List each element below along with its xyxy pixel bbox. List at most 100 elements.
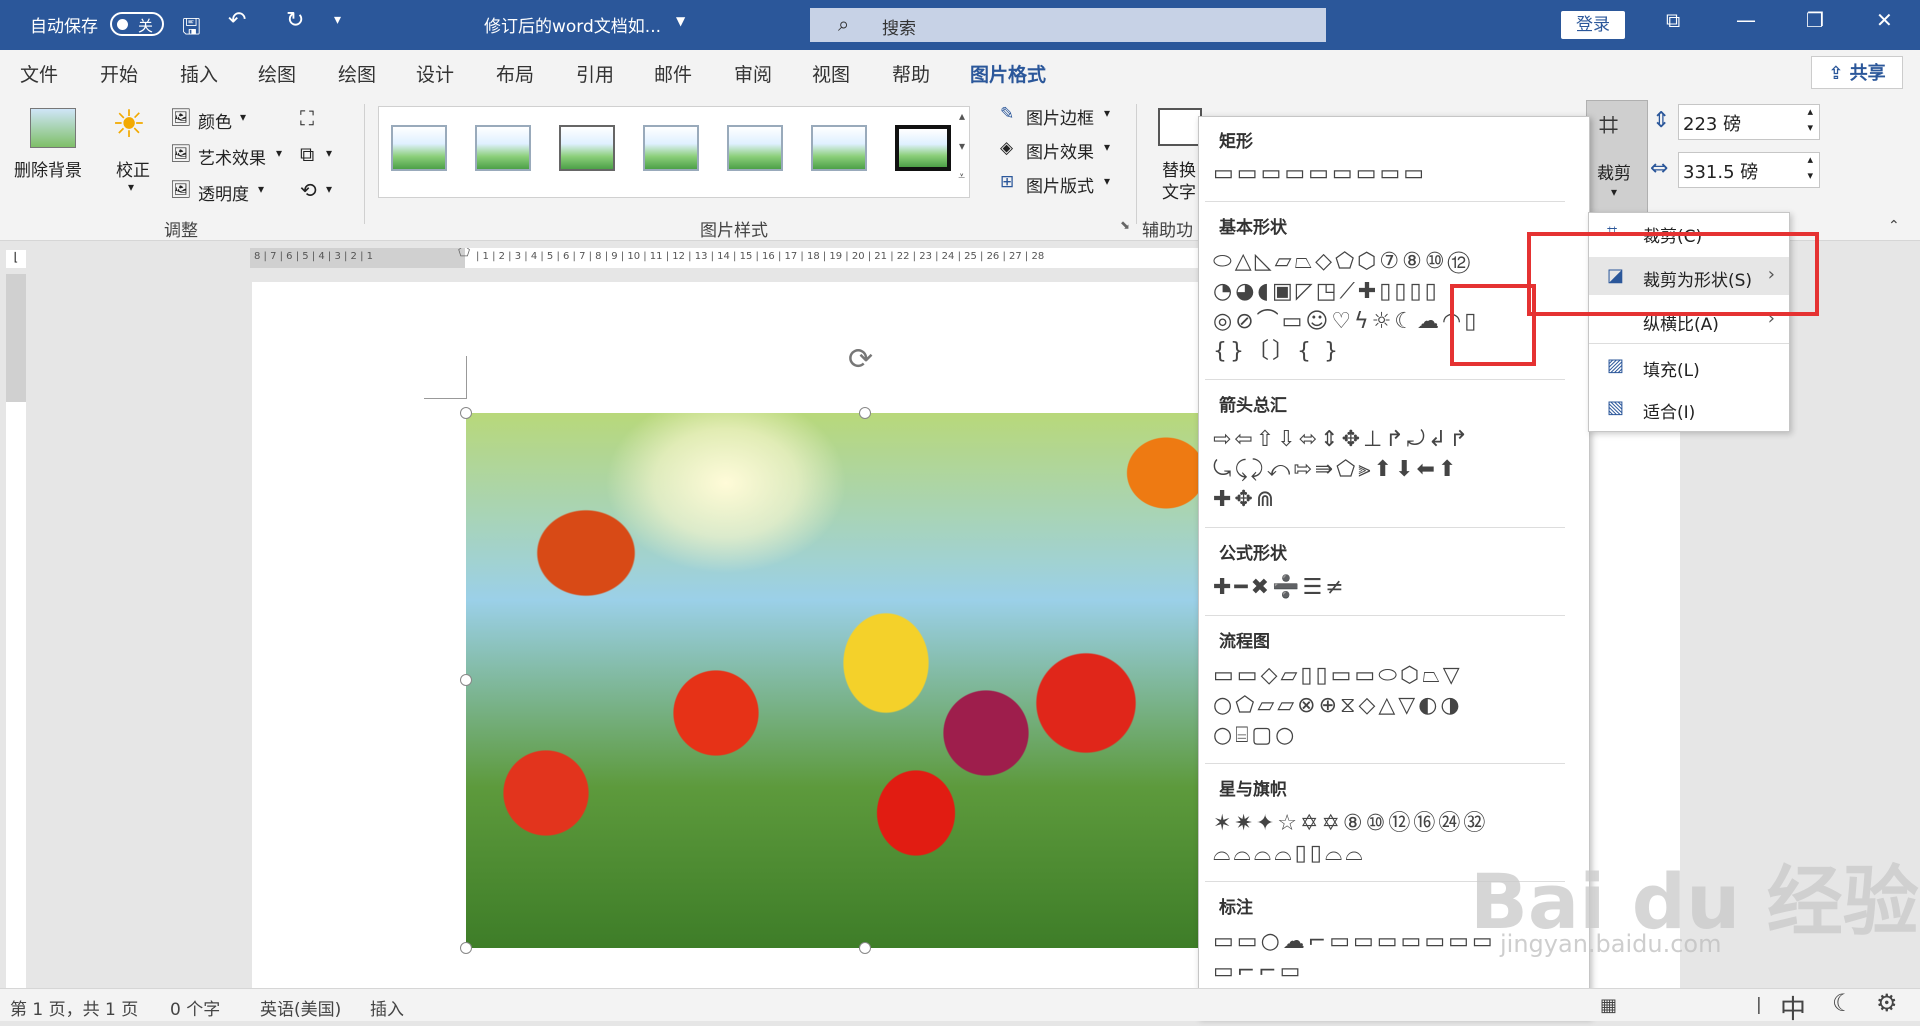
- picture-effects-label[interactable]: 图片效果: [1026, 138, 1094, 163]
- shape-row[interactable]: {}〔〕{ }: [1213, 339, 1341, 365]
- picture-border-dropdown-icon[interactable]: ▾: [1104, 106, 1110, 120]
- shape-row[interactable]: ⇨⇦⇧⇩⬄⇕✥⊥↱⤾↲↱: [1213, 427, 1471, 453]
- shape-row[interactable]: ▭▭◇▱▯▯▭▭⬭⬡⏢▽: [1213, 663, 1463, 689]
- shape-row[interactable]: ◎⊘⌒▭☺♡ϟ☼☾☁◠▯: [1213, 309, 1479, 335]
- tab-home[interactable]: 开始: [100, 60, 138, 87]
- shape-row[interactable]: ⤿⤹⤸⤺⇰⇛⬠⫸⬆⬇⬅⬆: [1213, 457, 1459, 483]
- minimize-icon[interactable]: —: [1736, 8, 1756, 32]
- picture-style-thumb[interactable]: [475, 125, 531, 171]
- moon-icon[interactable]: ☾: [1832, 989, 1854, 1017]
- shape-row[interactable]: ▭▭○☁⌐▭▭▭▭▭▭▭: [1213, 929, 1496, 955]
- picture-layout-label[interactable]: 图片版式: [1026, 172, 1094, 197]
- tulip-picture[interactable]: [466, 413, 1200, 948]
- artistic-effects-label[interactable]: 艺术效果: [198, 144, 266, 169]
- search-box[interactable]: ⌕ 搜索: [810, 8, 1326, 42]
- tab-draw[interactable]: 绘图: [258, 60, 296, 87]
- reset-picture-dropdown-icon[interactable]: ▾: [326, 182, 332, 196]
- ribbon-display-icon[interactable]: ⧉: [1666, 8, 1680, 32]
- color-label[interactable]: 颜色: [198, 108, 232, 133]
- shape-row[interactable]: ◔◕◖▣◸◳⟋✚▯▯▯▯: [1213, 279, 1440, 305]
- undo-icon[interactable]: ↶: [228, 8, 246, 33]
- tab-selector-icon[interactable]: ⌊: [6, 250, 26, 268]
- shape-row[interactable]: ⌓⌓⌓⌓▯▯⌓⌓: [1213, 841, 1366, 867]
- gear-icon[interactable]: ⚙: [1876, 989, 1898, 1017]
- tab-view[interactable]: 视图: [812, 60, 850, 87]
- alt-text-icon[interactable]: [1158, 108, 1202, 146]
- change-picture-icon[interactable]: ⧉: [300, 142, 314, 166]
- picture-effects-icon[interactable]: ◈: [1000, 138, 1013, 158]
- page-count[interactable]: 第 1 页，共 1 页: [10, 995, 138, 1020]
- shape-row[interactable]: ▭⌐⌐▭: [1213, 959, 1303, 985]
- menu-item-fill[interactable]: ▨ 填充(L): [1589, 347, 1789, 385]
- picture-styles-gallery[interactable]: ▴ ▾ ⩡: [378, 106, 970, 198]
- document-title[interactable]: 修订后的word文档如...: [484, 12, 661, 37]
- ime-indicator[interactable]: 中: [1780, 989, 1806, 1026]
- gallery-up-icon[interactable]: ▴: [959, 109, 965, 123]
- width-spin-up-icon[interactable]: ▴: [1807, 153, 1813, 166]
- vertical-ruler[interactable]: [6, 274, 26, 994]
- remove-background-icon[interactable]: [30, 108, 76, 148]
- picture-layout-icon[interactable]: ⊞: [1000, 172, 1014, 192]
- shape-row[interactable]: ✚✥⋒: [1213, 487, 1277, 513]
- shape-row[interactable]: ○⌸▢○: [1213, 723, 1297, 749]
- gallery-down-icon[interactable]: ▾: [959, 139, 965, 153]
- tab-file[interactable]: 文件: [20, 60, 58, 87]
- focus-mode-icon[interactable]: ▦: [1600, 995, 1617, 1016]
- picture-style-thumb[interactable]: [895, 125, 951, 171]
- tab-references[interactable]: 引用: [576, 60, 614, 87]
- corrections-dropdown-icon[interactable]: ▾: [128, 180, 134, 194]
- height-field[interactable]: 223 磅 ▴ ▾: [1678, 104, 1820, 140]
- height-spin-up-icon[interactable]: ▴: [1807, 105, 1813, 118]
- tab-review[interactable]: 审阅: [734, 60, 772, 87]
- corrections-icon[interactable]: ☀: [112, 102, 146, 146]
- save-icon[interactable]: 🖫: [182, 10, 201, 48]
- width-field[interactable]: 331.5 磅 ▴ ▾: [1678, 152, 1820, 188]
- picture-style-thumb[interactable]: [811, 125, 867, 171]
- insert-mode[interactable]: 插入: [370, 995, 404, 1020]
- resize-handle[interactable]: [460, 674, 472, 686]
- tab-insert[interactable]: 插入: [180, 60, 218, 87]
- transparency-label[interactable]: 透明度: [198, 180, 249, 205]
- shape-row[interactable]: ✚━✖➗☰≠: [1213, 575, 1347, 601]
- title-dropdown-icon[interactable]: ▼: [676, 14, 685, 28]
- color-dropdown-icon[interactable]: ▾: [240, 110, 246, 124]
- tab-picture-format[interactable]: 图片格式: [970, 60, 1047, 97]
- collapse-ribbon-icon[interactable]: ⌃: [1888, 218, 1900, 234]
- resize-handle[interactable]: [460, 942, 472, 954]
- picture-style-thumb[interactable]: [559, 125, 615, 171]
- picture-style-thumb[interactable]: [643, 125, 699, 171]
- artistic-effects-dropdown-icon[interactable]: ▾: [276, 146, 282, 160]
- alt-text-label-2[interactable]: 文字: [1162, 178, 1196, 203]
- height-spin-down-icon[interactable]: ▾: [1807, 121, 1813, 134]
- tab-mailings[interactable]: 邮件: [654, 60, 692, 87]
- customize-qat-icon[interactable]: ▾: [334, 12, 341, 28]
- picture-style-thumb[interactable]: [391, 125, 447, 171]
- picture-border-label[interactable]: 图片边框: [1026, 104, 1094, 129]
- change-picture-dropdown-icon[interactable]: ▾: [326, 146, 332, 160]
- corrections-label[interactable]: 校正: [116, 156, 150, 181]
- autosave-toggle[interactable]: 关: [110, 12, 164, 36]
- resize-handle[interactable]: [460, 407, 472, 419]
- reset-picture-icon[interactable]: ⟲: [300, 178, 317, 202]
- transparency-icon[interactable]: 🖼: [170, 180, 192, 200]
- word-count[interactable]: 0 个字: [170, 995, 220, 1020]
- picture-style-thumb[interactable]: [727, 125, 783, 171]
- picture-effects-dropdown-icon[interactable]: ▾: [1104, 140, 1110, 154]
- transparency-dropdown-icon[interactable]: ▾: [258, 182, 264, 196]
- remove-background-label[interactable]: 删除背景: [14, 156, 82, 181]
- color-icon[interactable]: 🖼: [170, 108, 192, 128]
- compress-pictures-icon[interactable]: ⛶: [300, 106, 314, 130]
- horizontal-ruler[interactable]: 8 | 7 | 6 | 5 | 4 | 3 | 2 | 1 | 1 | 2 | …: [250, 248, 1200, 268]
- artistic-effects-icon[interactable]: 🖼: [170, 144, 192, 164]
- indent-marker-icon[interactable]: ⬠: [458, 248, 470, 260]
- resize-handle[interactable]: [859, 407, 871, 419]
- close-icon[interactable]: ✕: [1876, 8, 1893, 32]
- tab-layout[interactable]: 布局: [496, 60, 534, 87]
- tab-help[interactable]: 帮助: [892, 60, 930, 87]
- share-button[interactable]: ⇪ 共享: [1811, 56, 1903, 89]
- tab-draw-2[interactable]: 绘图: [338, 60, 376, 87]
- redo-icon[interactable]: ↻: [286, 8, 304, 33]
- dialog-launcher-icon[interactable]: ⬊: [1120, 218, 1130, 232]
- language-status[interactable]: 英语(美国): [260, 995, 341, 1020]
- shape-row[interactable]: ⬭△◺▱⏢◇⬠⬡⑦⑧⑩⑫: [1213, 249, 1473, 275]
